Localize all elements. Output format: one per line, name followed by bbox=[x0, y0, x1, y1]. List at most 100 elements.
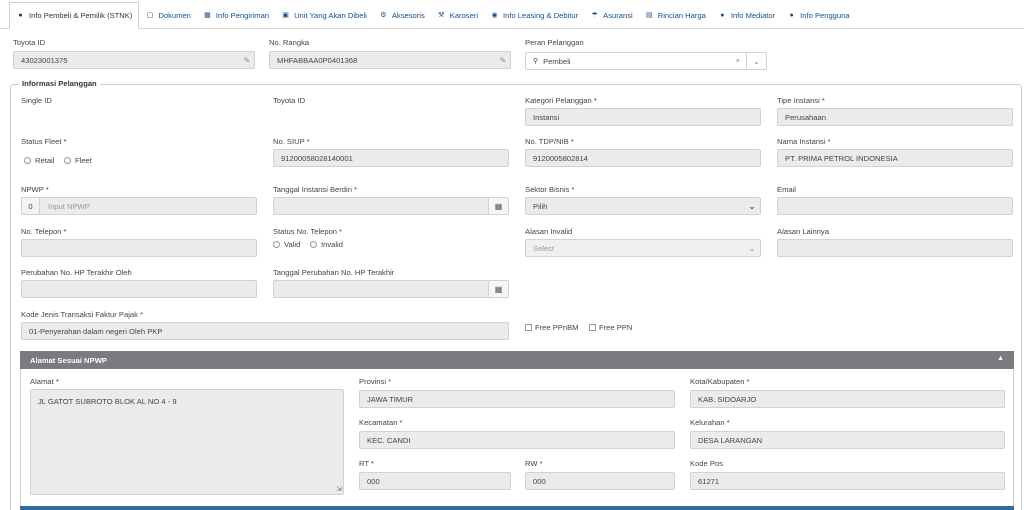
nama-instansi-label: Nama Instansi * bbox=[777, 137, 831, 146]
telepon-field[interactable] bbox=[21, 239, 257, 257]
tgl-perubahan-field[interactable]: ▦ bbox=[273, 280, 509, 298]
single-id-label: Single ID bbox=[21, 96, 52, 105]
alamat-textarea[interactable]: JL GATOT SUBROTO BLOK AL NO 4 - 9 ⇲ bbox=[30, 389, 344, 495]
user-icon: ● bbox=[789, 11, 794, 19]
peran-value: Pembeli bbox=[543, 56, 571, 66]
tgl-berdiri-field[interactable]: ▦ bbox=[273, 197, 509, 215]
kodepos-field[interactable]: 61271 bbox=[690, 472, 1005, 490]
tab-dokumen[interactable]: ▢ Dokumen bbox=[139, 2, 197, 28]
clear-icon[interactable]: × bbox=[736, 56, 740, 65]
alasan-invalid-label: Alasan Invalid bbox=[525, 227, 573, 236]
rangka-field[interactable]: MHFABBAA0P0401368 ✎ bbox=[269, 51, 511, 69]
chevron-down-icon: ⌄ bbox=[748, 243, 756, 253]
telepon-label: No. Telepon * bbox=[21, 227, 67, 236]
tgl-perubahan-label: Tanggal Perubahan No. HP Terakhir bbox=[273, 268, 395, 277]
tab-asuransi[interactable]: ☂ Asuransi bbox=[584, 2, 639, 28]
tipe-instansi-label: Tipe Instansi * bbox=[777, 96, 825, 105]
email-label: Email bbox=[777, 185, 796, 194]
user-icon: ● bbox=[18, 12, 23, 19]
tdp-field[interactable]: 9120005802814 bbox=[525, 149, 761, 167]
tab-bar: ● Info Pembeli & Pemilik (STNK) ▢ Dokumen … bbox=[0, 0, 1024, 29]
status-fleet-label: Status Fleet * bbox=[21, 137, 67, 146]
npwp-field[interactable]: 0 Input NPWP bbox=[21, 197, 257, 215]
handshake-icon: ◉ bbox=[491, 12, 498, 19]
map-icon: ▦ bbox=[204, 12, 211, 19]
kodepos-label: Kode Pos bbox=[690, 459, 723, 468]
rt-field[interactable]: 000 bbox=[359, 472, 511, 490]
chevron-down-icon: ⌄ bbox=[748, 200, 756, 211]
toyota-id-info-label: Toyota ID bbox=[273, 96, 306, 105]
sektor-label: Sektor Bisnis * bbox=[525, 185, 575, 194]
rw-label: RW * bbox=[525, 459, 543, 468]
retail-radio[interactable]: Retail bbox=[24, 156, 54, 165]
kode-pajak-field[interactable]: 01-Penyerahan dalam negeri Oleh PKP bbox=[21, 322, 509, 340]
provinsi-label: Provinsi * bbox=[359, 377, 392, 386]
car-icon: ▣ bbox=[282, 12, 289, 19]
kecamatan-field[interactable]: KEC. CANDI bbox=[359, 431, 675, 449]
valid-radio[interactable]: Valid bbox=[273, 240, 300, 249]
email-field[interactable] bbox=[777, 197, 1013, 215]
wrench-icon: ⚒ bbox=[438, 12, 445, 19]
free-ppnbm-checkbox[interactable]: Free PPnBM bbox=[525, 323, 578, 332]
peran-select[interactable]: ⚲ Pembeli × ⌄ bbox=[525, 52, 767, 70]
fleet-radio[interactable]: Fleet bbox=[64, 156, 92, 165]
tdp-label: No. TDP/NIB * bbox=[525, 137, 574, 146]
alasan-lainnya-label: Alasan Lainnya bbox=[777, 227, 829, 236]
cogs-icon: ⚙ bbox=[380, 12, 387, 19]
toyota-id-label: Toyota ID bbox=[13, 38, 46, 47]
search-icon: ⚲ bbox=[533, 58, 539, 65]
npwp-placeholder: Input NPWP bbox=[48, 201, 90, 211]
tab-aksesoris[interactable]: ⚙ Aksesoris bbox=[373, 2, 431, 28]
tab-info-pembeli[interactable]: ● Info Pembeli & Pemilik (STNK) bbox=[9, 2, 140, 29]
pencil-icon[interactable]: ✎ bbox=[496, 52, 510, 68]
collapse-icon[interactable]: ▲ bbox=[997, 355, 1004, 362]
rangka-value: MHFABBAA0P0401368 bbox=[277, 55, 358, 65]
kecamatan-label: Kecamatan * bbox=[359, 418, 403, 427]
sektor-select[interactable]: Pilih ⌄ bbox=[525, 197, 761, 215]
provinsi-field[interactable]: JAWA TIMUR bbox=[359, 390, 675, 408]
peran-label: Peran Pelanggan bbox=[525, 38, 584, 47]
umbrella-icon: ☂ bbox=[591, 12, 598, 19]
kota-field[interactable]: KAB. SIDOARJO bbox=[690, 390, 1005, 408]
kota-label: Kota/Kabupaten * bbox=[690, 377, 750, 386]
siup-field[interactable]: 91200058028140001 bbox=[273, 149, 509, 167]
tipe-instansi-field[interactable]: Perusahaan bbox=[777, 108, 1013, 126]
folder-icon: ▢ bbox=[146, 12, 154, 19]
resize-handle-icon[interactable]: ⇲ bbox=[336, 485, 342, 493]
perubahan-hp-label: Perubahan No. HP Terakhir Oleh bbox=[21, 268, 132, 277]
perubahan-hp-field[interactable] bbox=[21, 280, 257, 298]
pencil-icon[interactable]: ✎ bbox=[240, 52, 254, 68]
alasan-invalid-select[interactable]: Select ⌄ bbox=[525, 239, 761, 257]
alamat-panel-header[interactable]: Alamat Sesuai NPWP ▲ bbox=[20, 351, 1014, 369]
money-icon: ▤ bbox=[645, 12, 653, 19]
users-icon: ● bbox=[720, 11, 725, 19]
tab-info-mediator[interactable]: ● Info Mediator bbox=[712, 2, 781, 28]
tgl-berdiri-label: Tanggal Instansi Berdiri * bbox=[273, 185, 357, 194]
free-ppn-checkbox[interactable]: Free PPN bbox=[589, 323, 632, 332]
kategori-field[interactable]: Instansi bbox=[525, 108, 761, 126]
tab-rincian-harga[interactable]: ▤ Rincian Harga bbox=[639, 2, 712, 28]
rt-label: RT * bbox=[359, 459, 374, 468]
panel-footer-bar bbox=[20, 506, 1014, 510]
kelurahan-label: Kelurahan * bbox=[690, 418, 730, 427]
rw-field[interactable]: 000 bbox=[525, 472, 675, 490]
tab-leasing[interactable]: ◉ Info Leasing & Debitur bbox=[484, 2, 584, 28]
tab-unit[interactable]: ▣ Unit Yang Akan Dibeli bbox=[275, 2, 373, 28]
alasan-lainnya-field[interactable] bbox=[777, 239, 1013, 257]
invalid-radio[interactable]: Invalid bbox=[310, 240, 343, 249]
rangka-label: No. Rangka bbox=[269, 38, 310, 47]
calendar-icon[interactable]: ▦ bbox=[488, 198, 508, 214]
nama-instansi-field[interactable]: PT. PRIMA PETROL INDONESIA bbox=[777, 149, 1013, 167]
tab-info-pengiriman[interactable]: ▦ Info Pengiriman bbox=[197, 2, 275, 28]
siup-label: No. SIUP * bbox=[273, 137, 310, 146]
tab-karoseri[interactable]: ⚒ Karoseri bbox=[431, 2, 484, 28]
npwp-label: NPWP * bbox=[21, 185, 49, 194]
calendar-icon[interactable]: ▦ bbox=[488, 281, 508, 297]
status-telepon-label: Status No. Telepon * bbox=[273, 227, 343, 236]
toyota-id-value: 43023001375 bbox=[21, 55, 68, 65]
chevron-down-icon[interactable]: ⌄ bbox=[746, 53, 766, 69]
toyota-id-field[interactable]: 43023001375 ✎ bbox=[13, 51, 255, 69]
kelurahan-field[interactable]: DESA LARANGAN bbox=[690, 431, 1005, 449]
tab-info-pengguna[interactable]: ● Info Pengguna bbox=[781, 2, 855, 28]
kode-pajak-label: Kode Jenis Transaksi Faktur Pajak * bbox=[21, 310, 143, 319]
